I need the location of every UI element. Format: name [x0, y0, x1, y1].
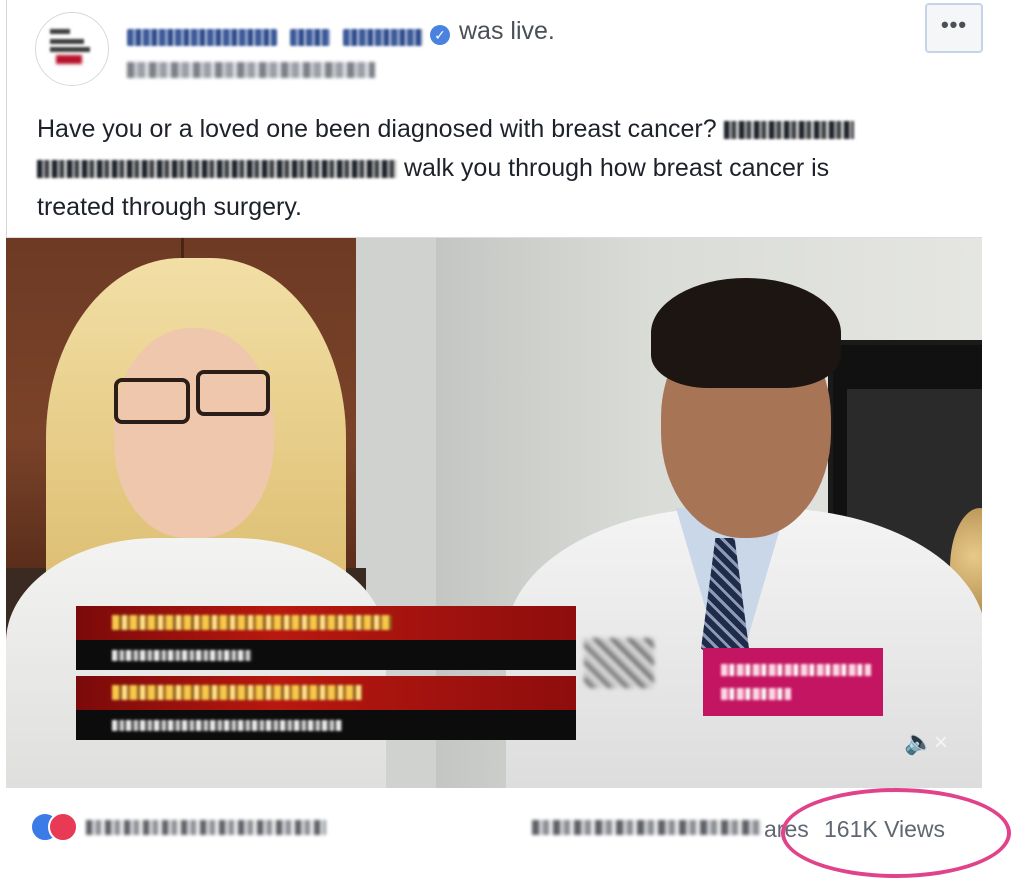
- blurred-lower-third-title: [112, 720, 342, 731]
- lower-third-name-bar: [76, 606, 576, 640]
- blurred-lower-third-name: [112, 615, 392, 630]
- blurred-page-name-part: [289, 28, 330, 46]
- lower-third-1: [76, 606, 576, 670]
- blurred-doctor-names: [723, 121, 854, 140]
- avatar-logo-line: [50, 29, 70, 34]
- post-text-part: walk you through how breast cancer is: [403, 154, 830, 182]
- lower-third-name-bar: [76, 676, 576, 710]
- comments-shares-count-link[interactable]: [532, 820, 762, 835]
- video-person-man-hair: [651, 278, 841, 388]
- page-name-link[interactable]: [127, 22, 423, 48]
- glasses-icon: [114, 378, 190, 424]
- post-text: Have you or a loved one been diagnosed w…: [37, 110, 957, 227]
- live-status-text: was live.: [459, 17, 555, 45]
- post-text-part: treated through surgery.: [37, 193, 302, 221]
- avatar-logo-mark: [56, 55, 82, 64]
- page-margin: [983, 0, 1024, 895]
- lower-third-title-bar: [76, 640, 576, 670]
- post-date-link[interactable]: [127, 62, 375, 78]
- coat-logo-blurred: [584, 638, 654, 688]
- views-highlight-circle: [781, 788, 1011, 878]
- blurred-lower-third-title: [112, 650, 252, 661]
- glasses-icon: [196, 370, 270, 416]
- blurred-page-name-part: [127, 28, 277, 46]
- blurred-brand-text: [721, 688, 791, 700]
- love-reaction-icon[interactable]: [48, 812, 78, 842]
- blurred-page-name-part: [342, 28, 423, 46]
- avatar-logo-line: [50, 39, 84, 44]
- lower-third-title-bar: [76, 710, 576, 740]
- reaction-count-link[interactable]: [86, 820, 326, 835]
- brand-tag: [703, 648, 883, 716]
- video-person-woman-face: [114, 328, 274, 538]
- blurred-doctor-names[interactable]: [37, 160, 397, 179]
- post-text-part: Have you or a loved one been diagnosed w…: [37, 115, 717, 143]
- mute-speaker-icon[interactable]: 🔈×: [904, 728, 952, 758]
- lower-third-2: [76, 676, 576, 740]
- verified-badge-icon: ✓: [430, 25, 450, 45]
- live-video-player[interactable]: 🔈×: [6, 237, 982, 789]
- avatar-logo-line: [50, 47, 90, 52]
- blurred-brand-text: [721, 664, 871, 676]
- more-options-button[interactable]: •••: [925, 3, 983, 53]
- blurred-lower-third-name: [112, 685, 362, 700]
- page-avatar[interactable]: [35, 12, 109, 86]
